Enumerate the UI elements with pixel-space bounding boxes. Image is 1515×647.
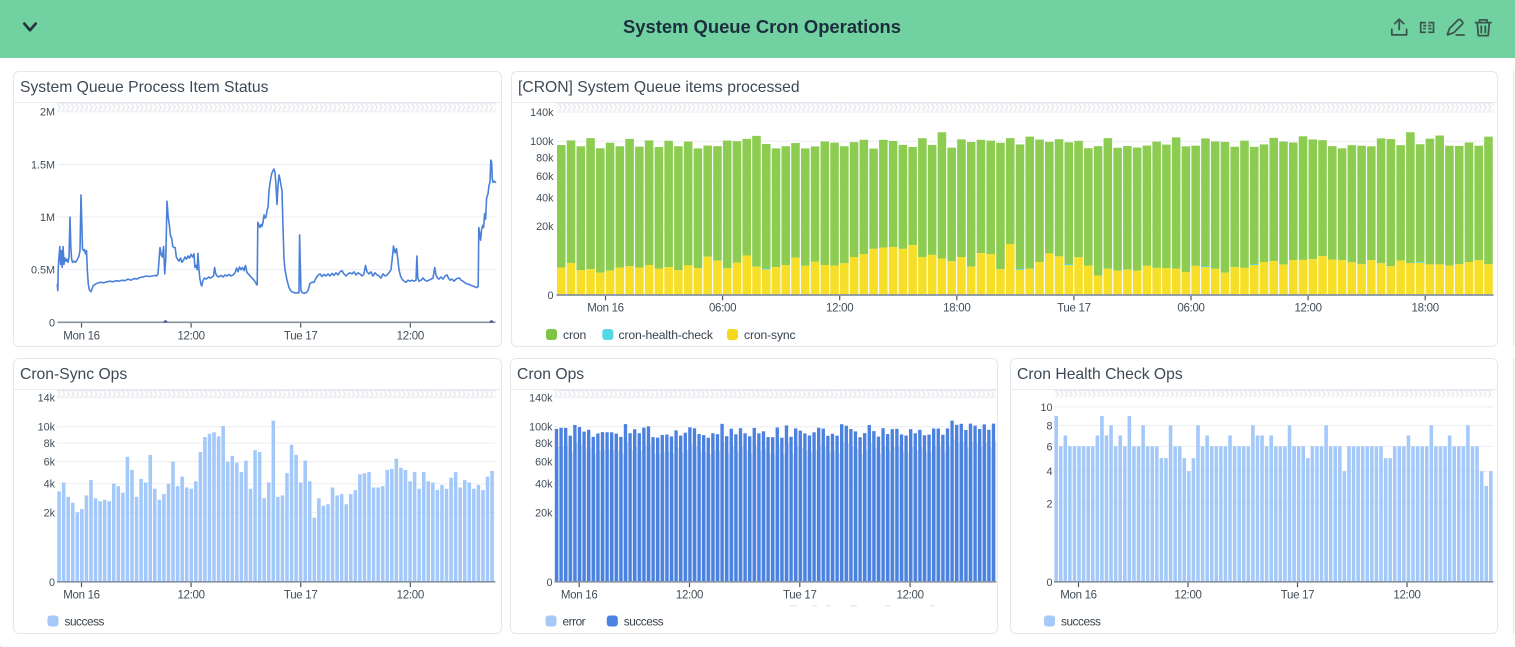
svg-text:14k: 14k (38, 392, 56, 404)
svg-text:0.5M: 0.5M (31, 265, 55, 277)
svg-text:Mon 16: Mon 16 (587, 303, 624, 315)
svg-text:18:00: 18:00 (943, 303, 970, 315)
svg-text:12:00: 12:00 (1174, 590, 1201, 602)
svg-text:cron-health-check: cron-health-check (619, 328, 714, 342)
svg-text:0: 0 (547, 290, 553, 302)
svg-text:0: 0 (1046, 577, 1052, 589)
svg-text:2k: 2k (44, 507, 56, 519)
svg-text:12:00: 12:00 (177, 331, 204, 343)
svg-text:Tue 17: Tue 17 (284, 590, 318, 602)
svg-text:1.5M: 1.5M (31, 159, 55, 171)
svg-text:12:00: 12:00 (676, 590, 703, 602)
svg-text:140k: 140k (529, 392, 553, 404)
svg-text:20k: 20k (536, 221, 554, 233)
svg-text:12:00: 12:00 (397, 590, 424, 602)
svg-text:10: 10 (1040, 402, 1052, 414)
svg-text:40k: 40k (536, 193, 554, 205)
svg-text:100k: 100k (530, 136, 554, 148)
svg-text:8k: 8k (44, 438, 56, 450)
svg-text:Mon 16: Mon 16 (63, 590, 100, 602)
svg-text:Mon 16: Mon 16 (561, 590, 598, 602)
svg-text:Tue 17: Tue 17 (783, 590, 817, 602)
svg-text:06:00: 06:00 (1177, 303, 1204, 315)
svg-text:Tue 17: Tue 17 (1281, 590, 1315, 602)
svg-text:12:00: 12:00 (826, 303, 853, 315)
svg-text:2: 2 (1046, 499, 1052, 511)
svg-text:2M: 2M (40, 107, 55, 119)
svg-text:1M: 1M (40, 212, 55, 224)
svg-text:20k: 20k (535, 507, 553, 519)
svg-text:100k: 100k (529, 422, 553, 434)
svg-text:12:00: 12:00 (397, 331, 424, 343)
svg-text:error: error (563, 614, 586, 628)
svg-text:6k: 6k (44, 457, 56, 469)
svg-text:0: 0 (546, 577, 552, 589)
svg-text:cron-sync: cron-sync (744, 328, 796, 342)
svg-text:6: 6 (1046, 441, 1052, 453)
svg-text:12:00: 12:00 (896, 590, 923, 602)
svg-text:140k: 140k (530, 107, 554, 119)
svg-text:success: success (65, 614, 105, 628)
svg-text:0: 0 (49, 317, 55, 329)
svg-text:06:00: 06:00 (709, 303, 736, 315)
svg-text:60k: 60k (535, 457, 553, 469)
svg-text:80k: 80k (535, 438, 553, 450)
svg-text:12:00: 12:00 (1294, 303, 1321, 315)
svg-text:18:00: 18:00 (1412, 303, 1439, 315)
svg-text:Mon 16: Mon 16 (63, 331, 100, 343)
svg-text:4: 4 (1046, 466, 1052, 478)
svg-text:40k: 40k (535, 479, 553, 491)
svg-text:10k: 10k (38, 422, 56, 434)
svg-text:60k: 60k (536, 171, 554, 183)
svg-text:Mon 16: Mon 16 (1060, 590, 1097, 602)
svg-text:12:00: 12:00 (177, 590, 204, 602)
svg-text:8: 8 (1046, 420, 1052, 432)
svg-text:4k: 4k (44, 479, 56, 491)
svg-text:0: 0 (49, 577, 55, 589)
svg-text:success: success (1061, 614, 1101, 628)
svg-text:Tue 17: Tue 17 (1057, 303, 1091, 315)
svg-text:Tue 17: Tue 17 (284, 331, 318, 343)
svg-text:12:00: 12:00 (1393, 590, 1420, 602)
svg-text:cron: cron (563, 328, 586, 342)
svg-text:success: success (624, 614, 664, 628)
svg-text:80k: 80k (536, 152, 554, 164)
